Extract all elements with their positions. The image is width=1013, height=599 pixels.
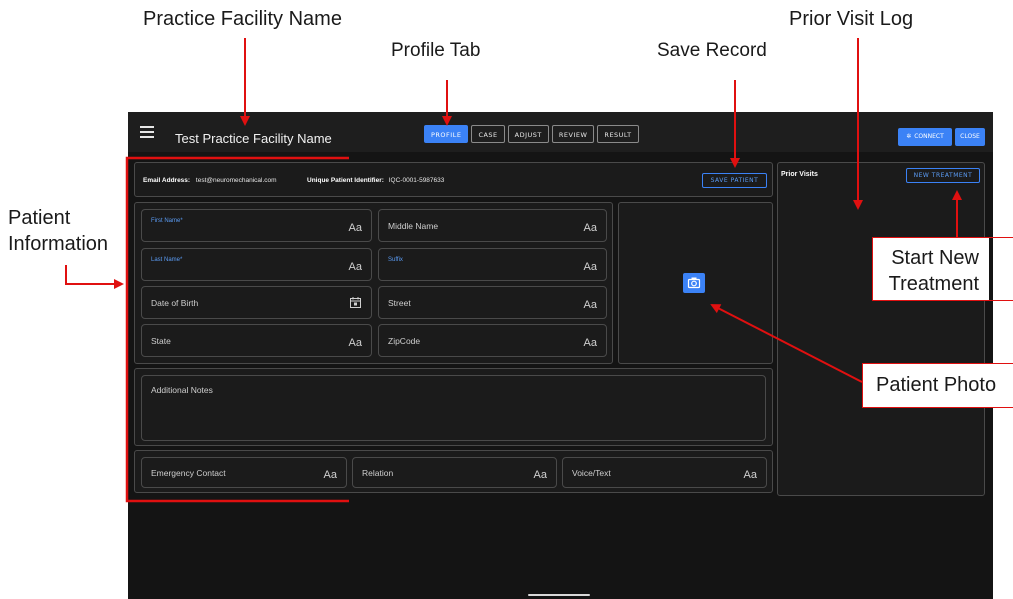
callout-prior-visit-log: Prior Visit Log xyxy=(789,8,914,30)
prior-visits-panel: Prior Visits NEW TREATMENT xyxy=(777,162,985,496)
emergency-contact-field[interactable]: Emergency Contact Aa xyxy=(141,457,347,488)
voice-text-label: Voice/Text xyxy=(572,467,611,478)
close-button[interactable]: CLOSE xyxy=(955,128,985,146)
callout-start-new-treatment: Start New Treatment xyxy=(872,237,989,301)
callout-profile-tab: Profile Tab xyxy=(391,40,481,61)
suffix-label: Suffix xyxy=(388,257,403,263)
last-name-field[interactable]: Last Name* Aa xyxy=(141,248,372,281)
emergency-contact-panel: Emergency Contact Aa Relation Aa Voice/T… xyxy=(134,450,773,493)
date-of-birth-label: Date of Birth xyxy=(151,297,199,308)
callout-start-new-line2: Treatment xyxy=(888,273,979,295)
app-screen: Test Practice Facility Name PROFILE CASE… xyxy=(128,112,993,599)
state-field[interactable]: State Aa xyxy=(141,324,372,357)
camera-button[interactable] xyxy=(683,273,705,293)
patient-form-panel: First Name* Aa Middle Name Aa Last Name*… xyxy=(134,202,613,364)
arrow-patient-information xyxy=(65,265,124,289)
voice-text-field[interactable]: Voice/Text Aa xyxy=(562,457,767,488)
notes-panel: Additional Notes xyxy=(134,368,773,446)
patient-id-label: Unique Patient Identifier: xyxy=(307,177,384,184)
middle-name-field[interactable]: Middle Name Aa xyxy=(378,209,607,242)
save-patient-button[interactable]: SAVE PATIENT xyxy=(702,173,767,188)
connect-button[interactable]: ✲ CONNECT xyxy=(898,128,952,146)
emergency-contact-label: Emergency Contact xyxy=(151,467,226,478)
text-format-icon: Aa xyxy=(348,260,362,273)
email-row: Email Address: test@neuromechanical.com xyxy=(143,177,277,184)
suffix-field[interactable]: Suffix Aa xyxy=(378,248,607,281)
zipcode-label: ZipCode xyxy=(388,335,421,346)
callout-patient-photo: Patient Photo xyxy=(862,363,1013,408)
tab-profile[interactable]: PROFILE xyxy=(424,125,469,143)
patient-id-row: Unique Patient Identifier: IQC-0001-5987… xyxy=(307,177,444,184)
hamburger-menu-icon[interactable] xyxy=(140,126,154,138)
text-format-icon: Aa xyxy=(583,336,597,349)
text-format-icon: Aa xyxy=(743,468,757,481)
email-value: test@neuromechanical.com xyxy=(195,177,277,184)
relation-label: Relation xyxy=(362,467,394,478)
first-name-field[interactable]: First Name* Aa xyxy=(141,209,372,242)
first-name-label: First Name* xyxy=(151,218,183,224)
patient-id-value: IQC-0001-5987633 xyxy=(388,177,445,184)
tab-case[interactable]: CASE xyxy=(471,125,505,143)
text-format-icon: Aa xyxy=(348,221,362,234)
text-format-icon: Aa xyxy=(323,468,337,481)
callout-facility-name: Practice Facility Name xyxy=(143,8,342,30)
patient-photo-panel xyxy=(618,202,773,364)
street-label: Street xyxy=(388,297,411,308)
camera-icon xyxy=(687,277,701,289)
tab-bar: PROFILE CASE ADJUST REVIEW RESULT xyxy=(424,125,639,143)
calendar-icon[interactable] xyxy=(350,297,361,308)
email-label: Email Address: xyxy=(143,177,191,184)
callout-start-new-line1: Start New xyxy=(891,247,979,269)
callout-save-record: Save Record xyxy=(657,40,767,61)
street-field[interactable]: Street Aa xyxy=(378,286,607,319)
home-indicator xyxy=(528,594,590,596)
additional-notes-field[interactable]: Additional Notes xyxy=(141,375,766,441)
state-label: State xyxy=(151,335,171,346)
facility-name-title: Test Practice Facility Name xyxy=(175,131,332,146)
additional-notes-label: Additional Notes xyxy=(151,385,213,395)
new-treatment-button[interactable]: NEW TREATMENT xyxy=(906,168,980,183)
date-of-birth-field[interactable]: Date of Birth xyxy=(141,286,372,319)
text-format-icon: Aa xyxy=(348,336,362,349)
tab-adjust[interactable]: ADJUST xyxy=(507,125,549,143)
tab-review[interactable]: REVIEW xyxy=(551,125,595,143)
app-bar: Test Practice Facility Name PROFILE CASE… xyxy=(128,112,993,152)
zipcode-field[interactable]: ZipCode Aa xyxy=(378,324,607,357)
tab-result[interactable]: RESULT xyxy=(597,125,639,143)
prior-visits-title: Prior Visits xyxy=(781,171,818,178)
bluetooth-icon: ✲ xyxy=(906,133,912,140)
text-format-icon: Aa xyxy=(533,468,547,481)
text-format-icon: Aa xyxy=(583,221,597,234)
text-format-icon: Aa xyxy=(583,260,597,273)
relation-field[interactable]: Relation Aa xyxy=(352,457,557,488)
text-format-icon: Aa xyxy=(583,298,597,311)
callout-patient-information-line2: Information xyxy=(8,233,109,255)
last-name-label: Last Name* xyxy=(151,257,183,263)
middle-name-label: Middle Name xyxy=(388,220,439,231)
record-header-panel: Email Address: test@neuromechanical.com … xyxy=(134,162,773,197)
callout-patient-information-line1: Patient xyxy=(8,207,71,229)
